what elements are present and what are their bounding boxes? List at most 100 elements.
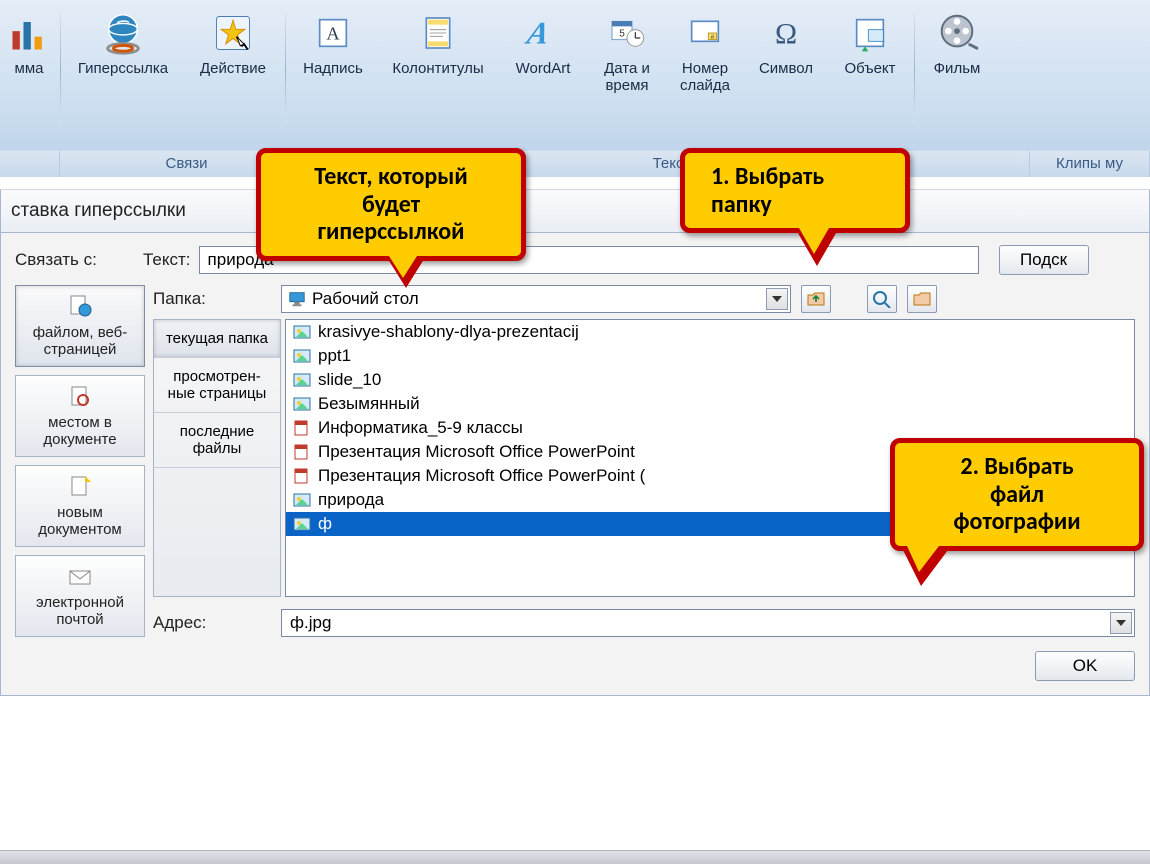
link-type-place-in-doc[interactable]: местом в документе — [15, 375, 145, 457]
file-name: ppt1 — [318, 346, 351, 366]
link-type-column: файлом, веб-страницей местом в документе… — [15, 285, 145, 637]
text-label: Текст: — [143, 250, 191, 270]
folder-value: Рабочий стол — [312, 289, 419, 309]
browse-file-button[interactable] — [907, 285, 937, 313]
chevron-down-icon — [1116, 620, 1126, 626]
ribbon-item-wordart[interactable]: A WordArt — [498, 6, 588, 81]
file-name: природа — [318, 490, 384, 510]
address-label: Адрес: — [153, 613, 263, 633]
callout-choose-file: 2. Выбрать файл фотографии — [890, 438, 1144, 551]
callout-line: будет — [362, 190, 420, 219]
footer-row: OK — [15, 651, 1135, 681]
up-folder-button[interactable] — [801, 285, 831, 313]
chart-icon — [6, 10, 52, 56]
callout-line: 2. Выбрать — [960, 452, 1073, 481]
ribbon: мма Гиперссылка Действие A Надпись — [0, 0, 1150, 160]
sub-tab-recent-files[interactable]: последние файлы — [154, 413, 280, 468]
ribbon-group — [0, 151, 60, 177]
file-item[interactable]: slide_10 — [286, 368, 1134, 392]
file-item[interactable]: ppt1 — [286, 344, 1134, 368]
slide-number-icon: # — [682, 10, 728, 56]
bottom-strip — [0, 850, 1150, 864]
object-icon — [847, 10, 893, 56]
link-type-label: электронной почтой — [20, 594, 140, 628]
ribbon-item-slide-number[interactable]: # Номер слайда — [666, 6, 744, 99]
doc-target-icon — [67, 384, 93, 410]
folder-row: Папка: Рабочий стол — [153, 285, 1135, 313]
link-with-label: Связать с: — [15, 250, 135, 270]
ribbon-label: мма — [15, 60, 44, 77]
link-type-file-web[interactable]: файлом, веб-страницей — [15, 285, 145, 367]
svg-text:#: # — [711, 34, 715, 41]
wordart-icon: A — [520, 10, 566, 56]
hint-button[interactable]: Подск — [999, 245, 1089, 275]
file-name: ф — [318, 514, 332, 534]
file-name: Информатика_5-9 классы — [318, 418, 523, 438]
file-item[interactable]: Безымянный — [286, 392, 1134, 416]
callout-line: гиперссылкой — [317, 217, 464, 246]
file-name: Безымянный — [318, 394, 420, 414]
ribbon-item-chart[interactable]: мма — [0, 6, 58, 81]
folder-label: Папка: — [153, 289, 263, 309]
ok-button[interactable]: OK — [1035, 651, 1135, 681]
svg-text:A: A — [326, 24, 340, 44]
ribbon-label: Надпись — [303, 60, 363, 77]
folder-open-icon — [912, 290, 932, 308]
ribbon-item-hyperlink[interactable]: Гиперссылка — [63, 6, 183, 81]
film-reel-icon — [934, 10, 980, 56]
browse-web-button[interactable] — [867, 285, 897, 313]
ribbon-label: Фильм — [934, 60, 981, 77]
ribbon-item-object[interactable]: Объект — [828, 6, 912, 81]
desktop-icon — [288, 290, 306, 308]
sub-tab-browsed-pages[interactable]: просмотрен- ные страницы — [154, 358, 280, 413]
magnifier-world-icon — [872, 290, 892, 308]
ribbon-item-datetime[interactable]: 5 Дата и время — [588, 6, 666, 99]
callout-choose-folder: 1. Выбрать папку — [680, 148, 910, 233]
folder-combo[interactable]: Рабочий стол — [281, 285, 791, 313]
new-doc-icon — [67, 474, 93, 500]
folder-dropdown-button[interactable] — [766, 288, 788, 310]
file-item[interactable]: krasivye-shablony-dlya-prezentacij — [286, 320, 1134, 344]
svg-text:5: 5 — [619, 28, 625, 39]
address-dropdown-button[interactable] — [1110, 612, 1132, 634]
ribbon-label: Объект — [844, 60, 895, 77]
star-cursor-icon — [210, 10, 256, 56]
envelope-icon — [67, 564, 93, 590]
callout-line: папку — [711, 190, 772, 219]
ribbon-label: Действие — [200, 60, 266, 77]
ribbon-item-header-footer[interactable]: Колонтитулы — [378, 6, 498, 81]
globe-link-icon — [100, 10, 146, 56]
ribbon-label: Гиперссылка — [78, 60, 168, 77]
link-type-new-doc[interactable]: новым документом — [15, 465, 145, 547]
ribbon-item-movie[interactable]: Фильм — [917, 6, 997, 81]
file-name: Презентация Microsoft Office PowerPoint — [318, 442, 635, 462]
ribbon-item-textbox[interactable]: A Надпись — [288, 6, 378, 81]
ribbon-label: Дата и время — [604, 60, 650, 95]
header-footer-icon — [415, 10, 461, 56]
chevron-down-icon — [772, 296, 782, 302]
address-value: ф.jpg — [290, 613, 331, 633]
ribbon-label: Колонтитулы — [392, 60, 483, 77]
file-item[interactable]: Информатика_5-9 классы — [286, 416, 1134, 440]
folder-up-icon — [806, 290, 826, 308]
callout-line: фотографии — [953, 507, 1080, 536]
ribbon-items-row: мма Гиперссылка Действие A Надпись — [0, 0, 1150, 150]
callout-line: 1. Выбрать — [711, 162, 824, 191]
svg-text:A: A — [522, 16, 552, 51]
sub-tabs-column: текущая папка просмотрен- ные страницы п… — [153, 319, 281, 597]
callout-line: файл — [990, 480, 1044, 509]
dialog-title: ставка гиперссылки — [0, 190, 1150, 233]
address-combo[interactable]: ф.jpg — [281, 609, 1135, 637]
file-name: slide_10 — [318, 370, 381, 390]
ribbon-item-symbol[interactable]: Ω Символ — [744, 6, 828, 81]
link-type-label: файлом, веб-страницей — [20, 324, 140, 358]
textbox-icon: A — [310, 10, 356, 56]
ribbon-label: WordArt — [516, 60, 571, 77]
omega-icon: Ω — [763, 10, 809, 56]
ribbon-label: Символ — [759, 60, 813, 77]
file-name: krasivye-shablony-dlya-prezentacij — [318, 322, 579, 342]
svg-text:Ω: Ω — [775, 18, 797, 51]
link-type-email[interactable]: электронной почтой — [15, 555, 145, 637]
sub-tab-current-folder[interactable]: текущая папка — [154, 320, 280, 358]
ribbon-item-action[interactable]: Действие — [183, 6, 283, 81]
